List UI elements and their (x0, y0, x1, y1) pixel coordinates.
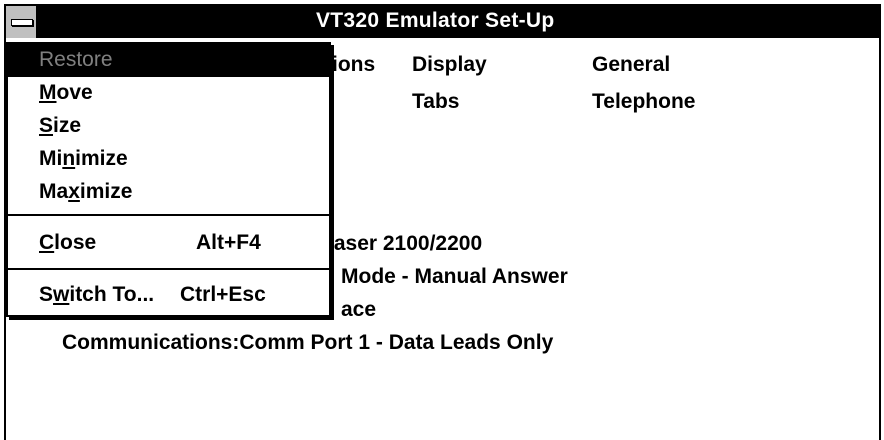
menu-move[interactable]: Move (8, 77, 329, 110)
modem-mode-line: Mode - Manual Answer (341, 265, 568, 288)
printer-line: laser 2100/2200 (328, 232, 483, 255)
switch-shortcut: Ctrl+Esc (180, 283, 266, 306)
menu-separator (8, 268, 329, 270)
communications-line: Communications:Comm Port 1 - Data Leads … (62, 331, 554, 354)
menu-item-general[interactable]: General (592, 53, 670, 77)
menu-item-tabs[interactable]: Tabs (412, 90, 459, 114)
menu-restore-label: Restore (39, 48, 113, 71)
system-menu-icon (11, 19, 33, 26)
menu-separator (8, 214, 329, 216)
interface-line: ace (341, 298, 377, 321)
menu-switch-to[interactable]: Switch To... Ctrl+Esc (8, 279, 329, 312)
menu-item-telephone[interactable]: Telephone (592, 90, 695, 114)
system-menu-dropdown: Restore Move Size Minimize Maximize Clos… (6, 42, 331, 317)
menu-item-display[interactable]: Display (412, 53, 487, 77)
close-shortcut: Alt+F4 (196, 231, 261, 254)
menu-size[interactable]: Size (8, 110, 329, 143)
menu-minimize[interactable]: Minimize (8, 143, 329, 176)
title-bar[interactable]: VT320 Emulator Set-Up (6, 6, 879, 38)
window-title: VT320 Emulator Set-Up (316, 9, 555, 32)
system-menu-button[interactable] (6, 6, 38, 38)
menu-maximize[interactable]: Maximize (8, 176, 329, 209)
menu-close[interactable]: Close Alt+F4 (8, 227, 329, 260)
menu-restore[interactable]: Restore (8, 44, 329, 77)
menu-item-options[interactable]: ions (332, 53, 375, 77)
